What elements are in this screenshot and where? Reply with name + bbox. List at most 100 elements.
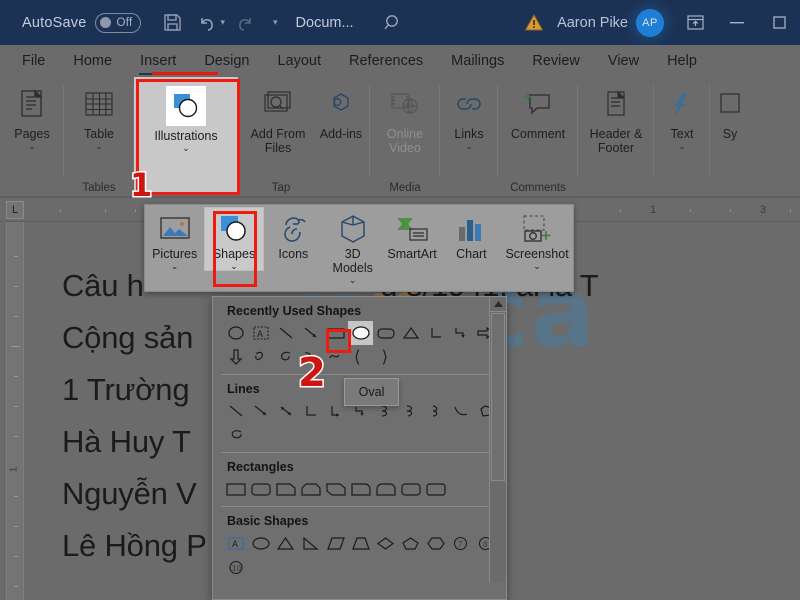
basic-triangle[interactable] xyxy=(273,531,298,555)
basic-decagon[interactable]: 10 xyxy=(223,555,248,579)
tab-mailings[interactable]: Mailings xyxy=(437,45,518,77)
minimize-button[interactable] xyxy=(716,0,758,45)
basic-right-triangle[interactable] xyxy=(298,531,323,555)
restore-button[interactable] xyxy=(758,0,800,45)
tab-view[interactable]: View xyxy=(594,45,653,77)
shape-elbow-arrow-connector[interactable] xyxy=(448,321,473,345)
search-icon[interactable] xyxy=(376,6,410,40)
3d-models-chevron-down-icon[interactable]: ⌄ xyxy=(349,275,357,285)
shape-curly-brace-right[interactable] xyxy=(373,345,398,369)
tab-stop-selector[interactable]: L xyxy=(6,201,24,219)
basic-heptagon[interactable]: 7 xyxy=(448,531,473,555)
basic-oval[interactable] xyxy=(248,531,273,555)
table-chevron-down-icon[interactable]: ⌄ xyxy=(95,142,103,151)
rect-snip-same-side[interactable] xyxy=(298,477,323,501)
avatar[interactable]: AP xyxy=(636,8,664,37)
rect-round-single-corner[interactable] xyxy=(348,477,373,501)
tab-home[interactable]: Home xyxy=(59,45,126,77)
shape-line-arrow[interactable] xyxy=(298,321,323,345)
screenshot-button[interactable]: Screenshot ⌄ xyxy=(501,207,573,271)
basic-hexagon[interactable] xyxy=(423,531,448,555)
shapes-chevron-down-icon[interactable]: ⌄ xyxy=(230,261,238,271)
shapes-button[interactable]: Shapes ⌄ xyxy=(204,207,264,271)
scroll-up-arrow-icon[interactable] xyxy=(490,297,506,312)
rect-snip-single-corner[interactable] xyxy=(273,477,298,501)
rect-snip-diagonal[interactable] xyxy=(323,477,348,501)
add-from-files-button[interactable]: Add From Files xyxy=(241,77,315,155)
shape-line[interactable] xyxy=(273,321,298,345)
icons-button[interactable]: Icons xyxy=(264,207,323,261)
shape-down-arrow[interactable] xyxy=(223,345,248,369)
basic-pentagon[interactable] xyxy=(398,531,423,555)
shape-rounded-rectangle[interactable] xyxy=(373,321,398,345)
rect-round-same-side[interactable] xyxy=(373,477,398,501)
rect-snip-round-corner[interactable] xyxy=(423,477,448,501)
undo-icon[interactable] xyxy=(189,6,223,40)
connector-elbow[interactable] xyxy=(298,399,323,423)
connector-curved-arrow[interactable] xyxy=(398,399,423,423)
pages-chevron-down-icon[interactable]: ⌄ xyxy=(28,142,36,151)
ribbon-display-options-icon[interactable] xyxy=(674,0,716,45)
line-arrow[interactable] xyxy=(248,399,273,423)
line-double-arrow[interactable] xyxy=(273,399,298,423)
links-button[interactable]: Links ⌄ xyxy=(441,77,497,151)
user-name[interactable]: Aaron Pike xyxy=(557,15,628,31)
header-footer-button[interactable]: Header & Footer xyxy=(579,77,653,155)
section-title-rectangles: Rectangles xyxy=(227,460,294,474)
basic-parallelogram[interactable] xyxy=(323,531,348,555)
vertical-ruler[interactable]: 1 xyxy=(6,222,24,600)
pages-button[interactable]: Pages ⌄ xyxy=(4,77,60,151)
shape-triangle[interactable] xyxy=(398,321,423,345)
shape-elbow-connector[interactable] xyxy=(423,321,448,345)
chart-button[interactable]: Chart xyxy=(442,207,501,261)
rect-round-diagonal[interactable] xyxy=(398,477,423,501)
illustrations-label: Illustrations xyxy=(154,129,218,143)
rect-rounded[interactable] xyxy=(248,477,273,501)
screenshot-chevron-down-icon[interactable]: ⌄ xyxy=(533,261,541,271)
autosave-toggle[interactable]: Off xyxy=(95,12,142,33)
shape-scribble-1[interactable] xyxy=(298,345,323,369)
shape-oval-small[interactable] xyxy=(223,321,248,345)
shape-text-box[interactable]: A xyxy=(248,321,273,345)
comment-button[interactable]: Comment xyxy=(500,77,576,141)
connector-curved-double[interactable] xyxy=(423,399,448,423)
links-chevron-down-icon[interactable]: ⌄ xyxy=(465,142,473,151)
online-video-button[interactable]: Online Video xyxy=(370,77,440,155)
basic-trapezoid[interactable] xyxy=(348,531,373,555)
rect-plain[interactable] xyxy=(223,477,248,501)
pictures-chevron-down-icon[interactable]: ⌄ xyxy=(171,261,179,271)
curve-tool[interactable] xyxy=(448,399,473,423)
text-button[interactable]: Text ⌄ xyxy=(654,77,710,151)
shape-freeform-1[interactable] xyxy=(248,345,273,369)
table-button[interactable]: Table ⌄ xyxy=(71,77,127,151)
basic-diamond[interactable] xyxy=(373,531,398,555)
illustrations-chevron-down-icon[interactable]: ⌄ xyxy=(182,144,190,153)
shape-oval[interactable] xyxy=(348,321,373,345)
tab-review[interactable]: Review xyxy=(518,45,594,77)
illustrations-button[interactable]: Illustrations ⌄ xyxy=(136,77,236,153)
scribble-tool[interactable] xyxy=(223,423,248,447)
save-icon[interactable] xyxy=(155,6,189,40)
shape-scribble-2[interactable] xyxy=(323,345,348,369)
warning-triangle-icon[interactable] xyxy=(517,6,551,40)
undo-chevron-down-icon[interactable]: ▾ xyxy=(220,17,225,28)
shape-curly-brace[interactable] xyxy=(348,345,373,369)
tab-layout[interactable]: Layout xyxy=(263,45,335,77)
text-chevron-down-icon[interactable]: ⌄ xyxy=(678,142,686,151)
shape-rectangle[interactable] xyxy=(323,321,348,345)
redo-icon[interactable] xyxy=(229,6,263,40)
tab-file[interactable]: File xyxy=(8,45,59,77)
smartart-button[interactable]: SmartArt xyxy=(382,207,441,261)
shape-freeform-2[interactable] xyxy=(273,345,298,369)
symbols-button[interactable]: Sy xyxy=(710,77,750,141)
addins-button[interactable]: Add-ins xyxy=(315,77,367,155)
scrollbar-thumb[interactable] xyxy=(491,313,505,481)
tab-references[interactable]: References xyxy=(335,45,437,77)
quick-access-chevron-down-icon[interactable]: ▾ xyxy=(273,17,278,28)
line-plain[interactable] xyxy=(223,399,248,423)
3d-models-button[interactable]: 3D Models ⌄ xyxy=(323,207,382,285)
tab-help[interactable]: Help xyxy=(653,45,711,77)
basic-text-box[interactable]: A xyxy=(223,531,248,555)
pictures-button[interactable]: Pictures ⌄ xyxy=(145,207,204,271)
shapes-gallery-scrollbar[interactable] xyxy=(489,297,506,582)
